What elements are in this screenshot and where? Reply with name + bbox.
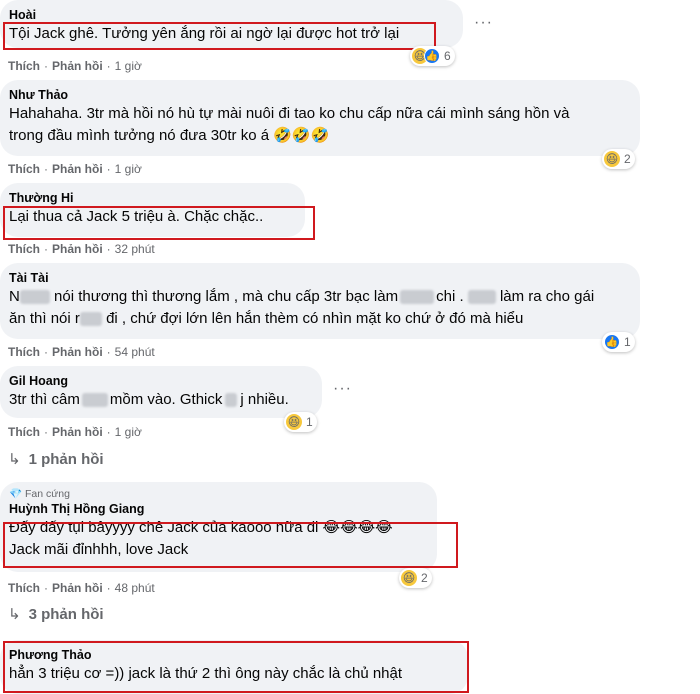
like-link[interactable]: Thích [8,581,40,595]
comment-text: Tội Jack ghê. Tưởng yên ắng rồi ai ngờ l… [9,25,400,42]
comment-bubble: Phương Thảo hẳn 3 triệu cơ =)) jack là t… [0,640,468,694]
fan-badge: 💎 Fan cứng [9,488,70,500]
like-link[interactable]: Thích [8,425,40,439]
haha-icon: 😆 [604,151,620,167]
comment-text-line-2: ăn thì nói r đi , chứ đợi lớn lên hắn th… [9,310,524,327]
timestamp[interactable]: 54 phút [115,345,155,359]
commenter-name[interactable]: Gil Hoang [9,373,310,389]
like-link[interactable]: Thích [8,242,40,256]
commenter-name[interactable]: Tài Tài [9,270,628,286]
comment-text-line-2: Jack mãi đỉnhhh, love Jack [9,541,189,558]
comment-actions: Thích · Phản hồi · 48 phút [8,581,155,595]
comment-text: Lại thua cả Jack 5 triệu à. Chặc chặc.. [9,208,264,225]
comment-text-line-1: Đấy đấy tụi bâyyyy chê Jack của kaooo nữ… [9,519,393,536]
censored-word [400,290,435,305]
timestamp[interactable]: 48 phút [115,581,155,595]
view-replies-link[interactable]: ↳ 1 phản hồi [8,450,104,468]
reaction-summary[interactable]: 😆 👍 6 [410,46,455,66]
reply-link[interactable]: Phản hồi [52,581,103,595]
comment-text-line-1: Hahahaha. 3tr mà hồi nó hù tự mài nuôi đ… [9,105,570,122]
like-link[interactable]: Thích [8,162,40,176]
reaction-summary[interactable]: 😆 2 [602,149,635,169]
censored-word [467,290,496,305]
comment-text: 3tr thì câm mồm vào. Gthick j nhiều. [9,391,289,408]
comment-text-line-1: N nói thương thì thương lắm , mà chu cấp… [9,288,595,305]
reply-link[interactable]: Phản hồi [52,59,103,73]
commenter-name[interactable]: Thường Hi [9,190,293,206]
reaction-count: 2 [421,571,428,585]
reply-link[interactable]: Phản hồi [52,162,103,176]
reply-link[interactable]: Phản hồi [52,242,103,256]
reaction-summary[interactable]: 😆 2 [399,568,432,588]
more-options-icon[interactable]: ··· [333,380,352,398]
comment-bubble: Hoài Tội Jack ghê. Tưởng yên ắng rồi ai … [0,0,463,48]
comment-bubble: 💎 Fan cứng Huỳnh Thị Hồng Giang Đấy đấy … [0,482,437,572]
reaction-summary[interactable]: 😆 1 [284,412,317,432]
comment-bubble: Thường Hi Lại thua cả Jack 5 triệu à. Ch… [0,183,305,237]
comment-text: hẳn 3 triệu cơ =)) jack là thứ 2 thì ông… [9,665,403,682]
like-icon: 👍 [604,334,620,350]
reaction-count: 2 [624,152,631,166]
like-icon: 👍 [424,48,440,64]
comment-actions: Thích · Phản hồi · 1 giờ [8,59,142,73]
comment-bubble: Tài Tài N nói thương thì thương lắm , mà… [0,263,640,339]
censored-word [81,393,108,408]
timestamp[interactable]: 1 giờ [115,425,142,439]
more-options-icon[interactable]: ··· [474,14,493,32]
like-link[interactable]: Thích [8,59,40,73]
comment-actions: Thích · Phản hồi · 54 phút [8,345,155,359]
reaction-count: 1 [624,335,631,349]
reaction-summary[interactable]: 👍 1 [602,332,635,352]
commenter-name[interactable]: Như Thảo [9,87,628,103]
censored-word [79,312,102,327]
commenter-name[interactable]: Huỳnh Thị Hồng Giang [9,501,425,517]
reaction-count: 6 [444,49,451,63]
reaction-count: 1 [306,415,313,429]
commenter-name[interactable]: Phương Thảo [9,647,456,663]
comment-actions: Thích · Phản hồi · 1 giờ [8,425,142,439]
comment-bubble: Gil Hoang 3tr thì câm mồm vào. Gthick j nh… [0,366,322,418]
timestamp[interactable]: 1 giờ [115,162,142,176]
diamond-icon: 💎 [9,488,23,500]
commenter-name[interactable]: Hoài [9,7,451,23]
reply-link[interactable]: Phản hồi [52,345,103,359]
comment-bubble: Như Thảo Hahahaha. 3tr mà hồi nó hù tự m… [0,80,640,156]
like-link[interactable]: Thích [8,345,40,359]
reply-arrow-icon: ↳ [8,451,21,468]
timestamp[interactable]: 32 phút [115,242,155,256]
reply-link[interactable]: Phản hồi [52,425,103,439]
comment-actions: Thích · Phản hồi · 1 giờ [8,162,142,176]
reply-arrow-icon: ↳ [8,606,21,623]
censored-word [19,290,50,305]
comment-actions: Thích · Phản hồi · 32 phút [8,242,155,256]
comment-text-line-2: trong đầu mình tưởng nó đưa 30tr ko á 🤣🤣… [9,127,330,144]
haha-icon: 😆 [401,570,417,586]
view-replies-link[interactable]: ↳ 3 phản hồi [8,605,104,623]
timestamp[interactable]: 1 giờ [115,59,142,73]
censored-word [225,393,238,408]
haha-icon: 😆 [286,414,302,430]
